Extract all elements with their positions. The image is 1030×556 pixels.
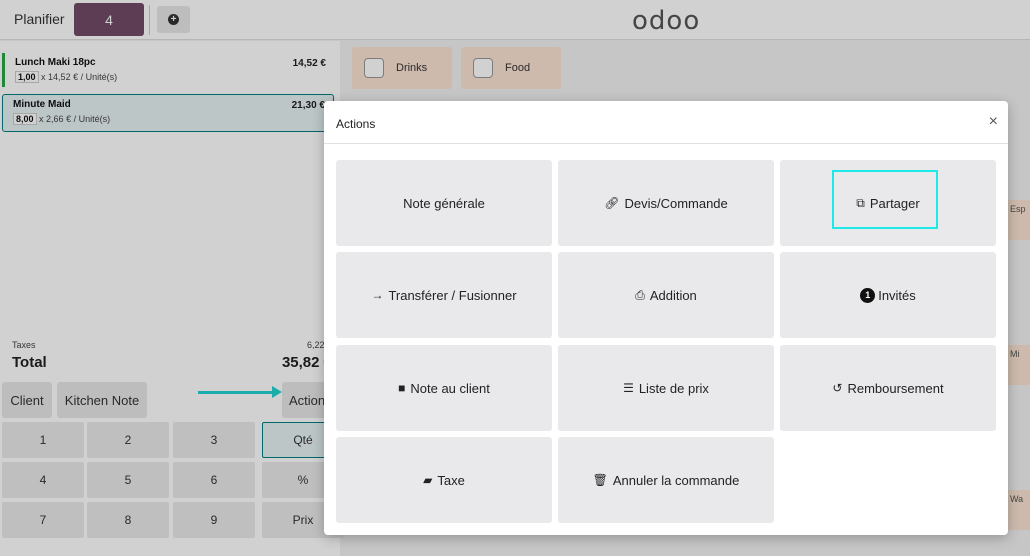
pricelist-button[interactable]: ☰ Liste de prix bbox=[558, 345, 774, 431]
button-label: Note générale bbox=[403, 195, 485, 211]
close-icon[interactable]: × bbox=[989, 113, 998, 131]
guests-count-badge: 1 bbox=[860, 287, 876, 303]
button-label: Taxe bbox=[437, 472, 465, 488]
transfer-merge-button[interactable]: → Transférer / Fusionner bbox=[336, 252, 552, 338]
dialog-divider bbox=[324, 143, 1008, 144]
button-label: Addition bbox=[649, 287, 697, 303]
customer-note-button[interactable]: ■ Note au client bbox=[336, 345, 552, 431]
actions-dialog: Actions × Note générale 🔗︎ Devis/Command… bbox=[324, 101, 1008, 535]
button-label: Transférer / Fusionner bbox=[388, 287, 517, 303]
guests-button[interactable]: 1 Invités bbox=[780, 252, 996, 338]
button-label: Devis/Commande bbox=[624, 195, 728, 211]
button-label: Note au client bbox=[410, 380, 490, 396]
button-label: Liste de prix bbox=[638, 380, 709, 396]
undo-icon: ↺ bbox=[832, 381, 843, 395]
share-highlight-box bbox=[832, 170, 938, 229]
bill-button[interactable]: ⎙ Addition bbox=[558, 252, 774, 338]
trash-icon: 🗑︎ bbox=[592, 473, 608, 487]
dialog-title: Actions bbox=[336, 117, 376, 131]
tax-button[interactable]: ▰ Taxe bbox=[336, 437, 552, 523]
printer-icon: ⎙ bbox=[635, 287, 645, 302]
link-icon: 🔗︎ bbox=[604, 196, 620, 210]
general-note-button[interactable]: Note générale bbox=[336, 160, 552, 246]
quote-order-button[interactable]: 🔗︎ Devis/Commande bbox=[558, 160, 774, 246]
cancel-order-button[interactable]: 🗑︎ Annuler la commande bbox=[558, 437, 774, 523]
book-icon: ▰ bbox=[423, 473, 433, 487]
button-label: Remboursement bbox=[847, 380, 944, 396]
list-icon: ☰ bbox=[623, 381, 634, 395]
sticky-note-icon: ■ bbox=[398, 381, 406, 395]
arrow-right-icon: → bbox=[371, 288, 384, 302]
button-label: Annuler la commande bbox=[612, 472, 740, 488]
button-label: Invités bbox=[878, 287, 916, 303]
refund-button[interactable]: ↺ Remboursement bbox=[780, 345, 996, 431]
